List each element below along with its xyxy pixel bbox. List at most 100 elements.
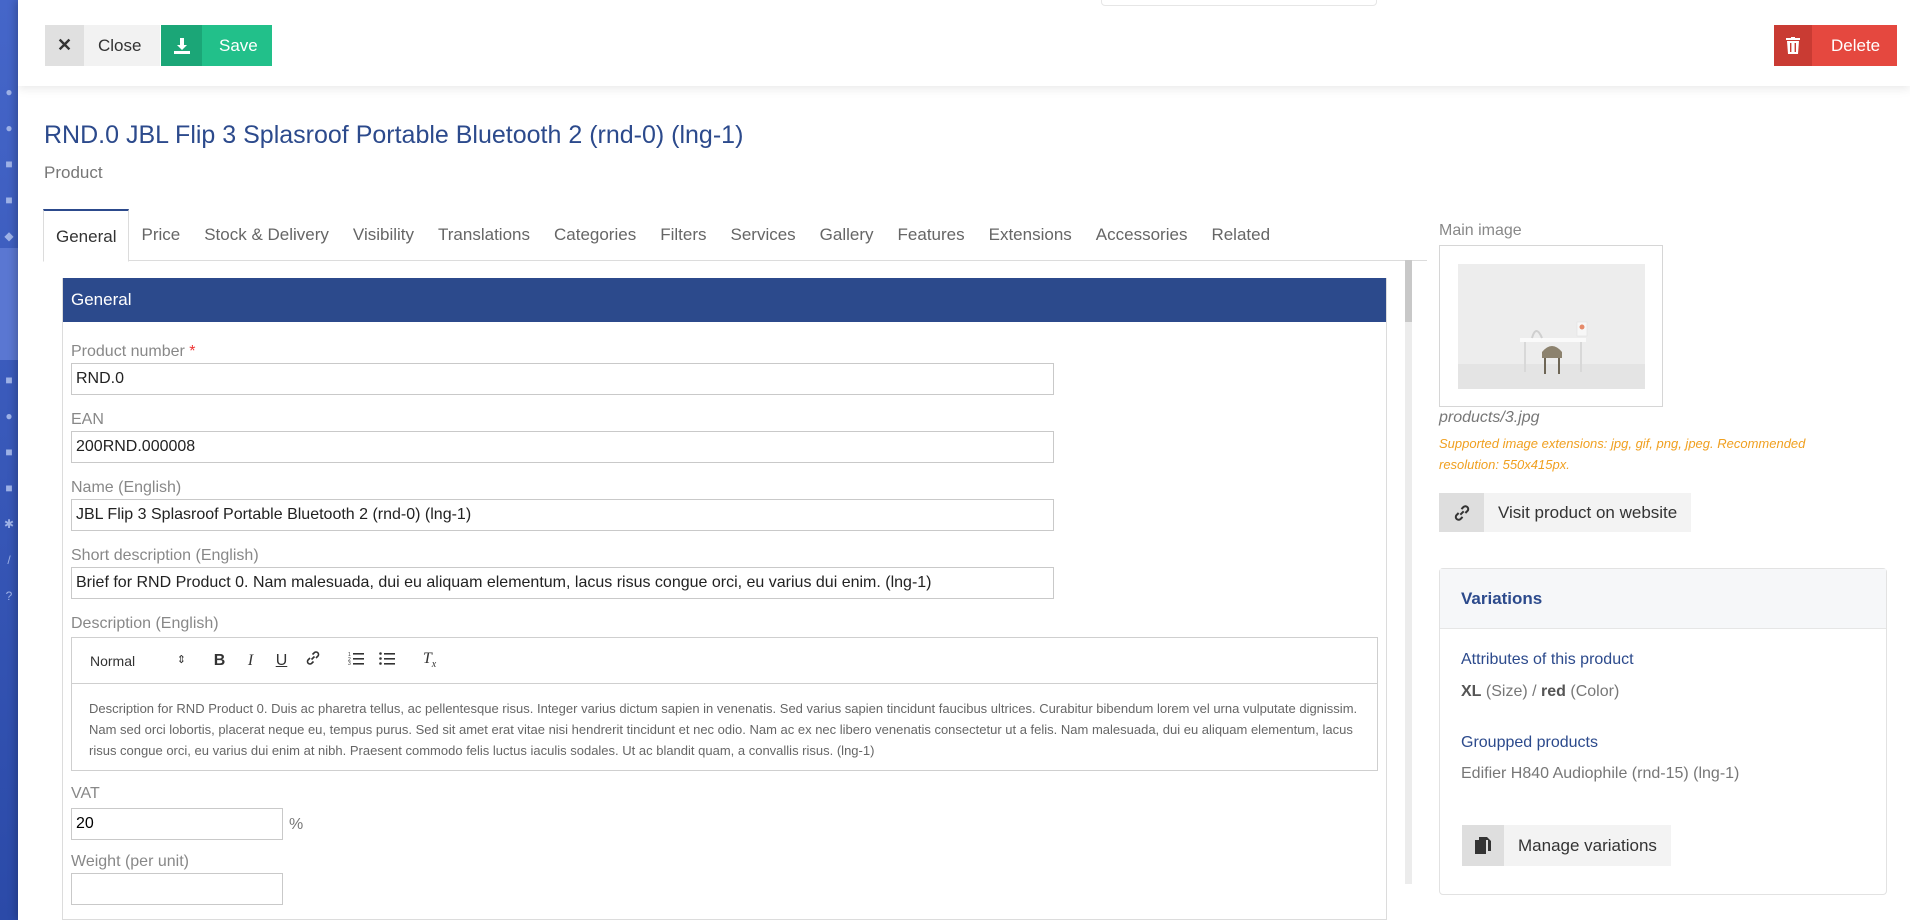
tab-services[interactable]: Services (718, 209, 807, 261)
short-description-label: Short description (English) (71, 547, 259, 564)
select-arrows-icon: ⇕ (176, 653, 186, 666)
tab-gallery[interactable]: Gallery (808, 209, 886, 261)
delete-button[interactable]: Delete (1774, 25, 1898, 66)
page-title: RND.0 JBL Flip 3 Splasroof Portable Blue… (44, 121, 744, 149)
vat-label: VAT (71, 785, 100, 802)
variations-card: Variations Attributes of this product XL… (1439, 568, 1887, 895)
dropdown-edge (1101, 0, 1377, 6)
visit-product-label: Visit product on website (1498, 503, 1678, 522)
tag-icon[interactable]: ◆ (2, 229, 16, 243)
users-icon[interactable]: ● (2, 121, 16, 135)
ean-label: EAN (71, 411, 104, 428)
grouped-item[interactable]: Edifier H840 Audiophile (rnd-15) (lng-1) (1461, 765, 1739, 783)
manage-variations-label: Manage variations (1518, 836, 1657, 855)
main-image-hint: Supported image extensions: jpg, gif, pn… (1439, 436, 1806, 472)
trash-icon (1774, 25, 1812, 66)
short-description-input[interactable]: Brief for RND Product 0. Nam malesuada, … (71, 567, 1054, 599)
format-select-value: Normal (90, 652, 136, 669)
globe-icon[interactable]: ● (2, 409, 16, 423)
tab-general[interactable]: General (43, 209, 130, 262)
tab-related[interactable]: Related (1199, 209, 1282, 261)
user-icon[interactable]: ● (2, 85, 16, 99)
attr-size-value: XL (1461, 683, 1482, 700)
general-form: General Product number * RND.0 EAN 200RN… (62, 278, 1387, 920)
attributes-heading: Attributes of this product (1461, 651, 1634, 668)
close-button[interactable]: ✕ Close (45, 25, 161, 66)
grouped-heading: Groupped products (1461, 734, 1598, 751)
tab-translations[interactable]: Translations (426, 209, 542, 261)
tab-categories[interactable]: Categories (542, 209, 648, 261)
required-mark: * (189, 343, 196, 360)
attr-size-name: (Size) / (1485, 683, 1537, 700)
format-select[interactable]: Normal ⇕ (90, 653, 186, 669)
section-header: General (63, 278, 1386, 322)
vat-input[interactable]: 20 (71, 808, 283, 840)
main-image-box[interactable] (1439, 245, 1663, 407)
sidebar-active-highlight (0, 248, 18, 360)
manage-variations-button[interactable]: Manage variations (1462, 825, 1671, 866)
copy-icon (1462, 825, 1504, 866)
app-sidebar: ● ● ■ ■ ◆ ■ ● ■ ■ ✱ / ? (0, 0, 18, 920)
bullet-list-icon[interactable] (371, 651, 402, 670)
document-icon[interactable]: ■ (2, 193, 16, 207)
ean-input[interactable]: 200RND.000008 (71, 431, 1054, 463)
main-image-filename: products/3.jpg (1439, 409, 1540, 426)
weight-label: Weight (per unit) (71, 853, 189, 870)
name-field: Name (English) JBL Flip 3 Splasroof Port… (71, 478, 1054, 531)
short-description-field: Short description (English) Brief for RN… (71, 546, 1054, 599)
form-scrollbar[interactable] (1405, 260, 1412, 884)
folder-icon[interactable]: ■ (2, 445, 16, 459)
visit-product-button[interactable]: Visit product on website (1439, 493, 1692, 532)
underline-icon[interactable]: U (266, 652, 297, 670)
vat-unit: % (289, 816, 304, 833)
name-input[interactable]: JBL Flip 3 Splasroof Portable Bluetooth … (71, 499, 1054, 531)
link-icon[interactable] (297, 650, 328, 671)
help-icon[interactable]: ? (2, 589, 16, 603)
link-icon (1439, 493, 1484, 532)
gear-icon[interactable]: ✱ (2, 517, 16, 531)
tab-filters[interactable]: Filters (648, 209, 718, 261)
product-image (1458, 264, 1645, 389)
attr-color-value: red (1541, 683, 1566, 700)
form-scrollbar-thumb[interactable] (1405, 260, 1412, 322)
tab-stock-delivery[interactable]: Stock & Delivery (192, 209, 341, 261)
svg-text:3: 3 (348, 661, 351, 665)
vat-label-wrap: VAT (71, 784, 371, 804)
truck-icon[interactable]: ■ (2, 373, 16, 387)
delete-button-label: Delete (1831, 36, 1881, 55)
close-button-label: Close (98, 36, 142, 55)
download-icon (161, 25, 202, 66)
product-number-input[interactable]: RND.0 (71, 363, 1054, 395)
bold-icon[interactable]: B (204, 652, 235, 670)
main-image-label: Main image (1439, 222, 1522, 239)
product-number-label: Product number (71, 343, 185, 360)
tab-accessories[interactable]: Accessories (1084, 209, 1200, 261)
close-icon: ✕ (45, 25, 84, 66)
clear-format-icon[interactable]: Tx (414, 650, 445, 670)
store-icon[interactable]: ■ (2, 157, 16, 171)
ordered-list-icon[interactable]: 123 (340, 651, 371, 670)
save-button[interactable]: Save (161, 25, 272, 66)
tab-price[interactable]: Price (129, 209, 192, 261)
description-label: Description (English) (71, 615, 219, 632)
wrench-icon[interactable]: / (2, 553, 16, 567)
weight-field: Weight (per unit) (71, 852, 371, 905)
description-editor: Normal ⇕ B I U 123 Tx Description for RN… (71, 637, 1378, 771)
weight-input[interactable] (71, 873, 283, 905)
attributes-value: XL (Size) / red (Color) (1461, 683, 1619, 701)
edit-product-panel: ✕ Close Save Delete RND.0 JBL Flip 3 Spl… (18, 0, 1910, 920)
tab-visibility[interactable]: Visibility (341, 209, 426, 261)
attr-color-name: (Color) (1570, 683, 1620, 700)
save-button-label: Save (219, 36, 258, 55)
ean-field: EAN 200RND.000008 (71, 410, 1054, 463)
tab-features[interactable]: Features (886, 209, 977, 261)
italic-icon[interactable]: I (235, 652, 266, 670)
tab-extensions[interactable]: Extensions (977, 209, 1084, 261)
description-text[interactable]: Description for RND Product 0. Duis ac p… (72, 684, 1377, 761)
page-subtitle: Product (44, 163, 103, 182)
tab-bar: General Price Stock & Delivery Visibilit… (43, 209, 1427, 262)
variations-title: Variations (1440, 569, 1886, 629)
puzzle-icon[interactable]: ■ (2, 481, 16, 495)
editor-toolbar: Normal ⇕ B I U 123 Tx (72, 638, 1377, 684)
product-number-field: Product number * RND.0 (71, 342, 1054, 395)
